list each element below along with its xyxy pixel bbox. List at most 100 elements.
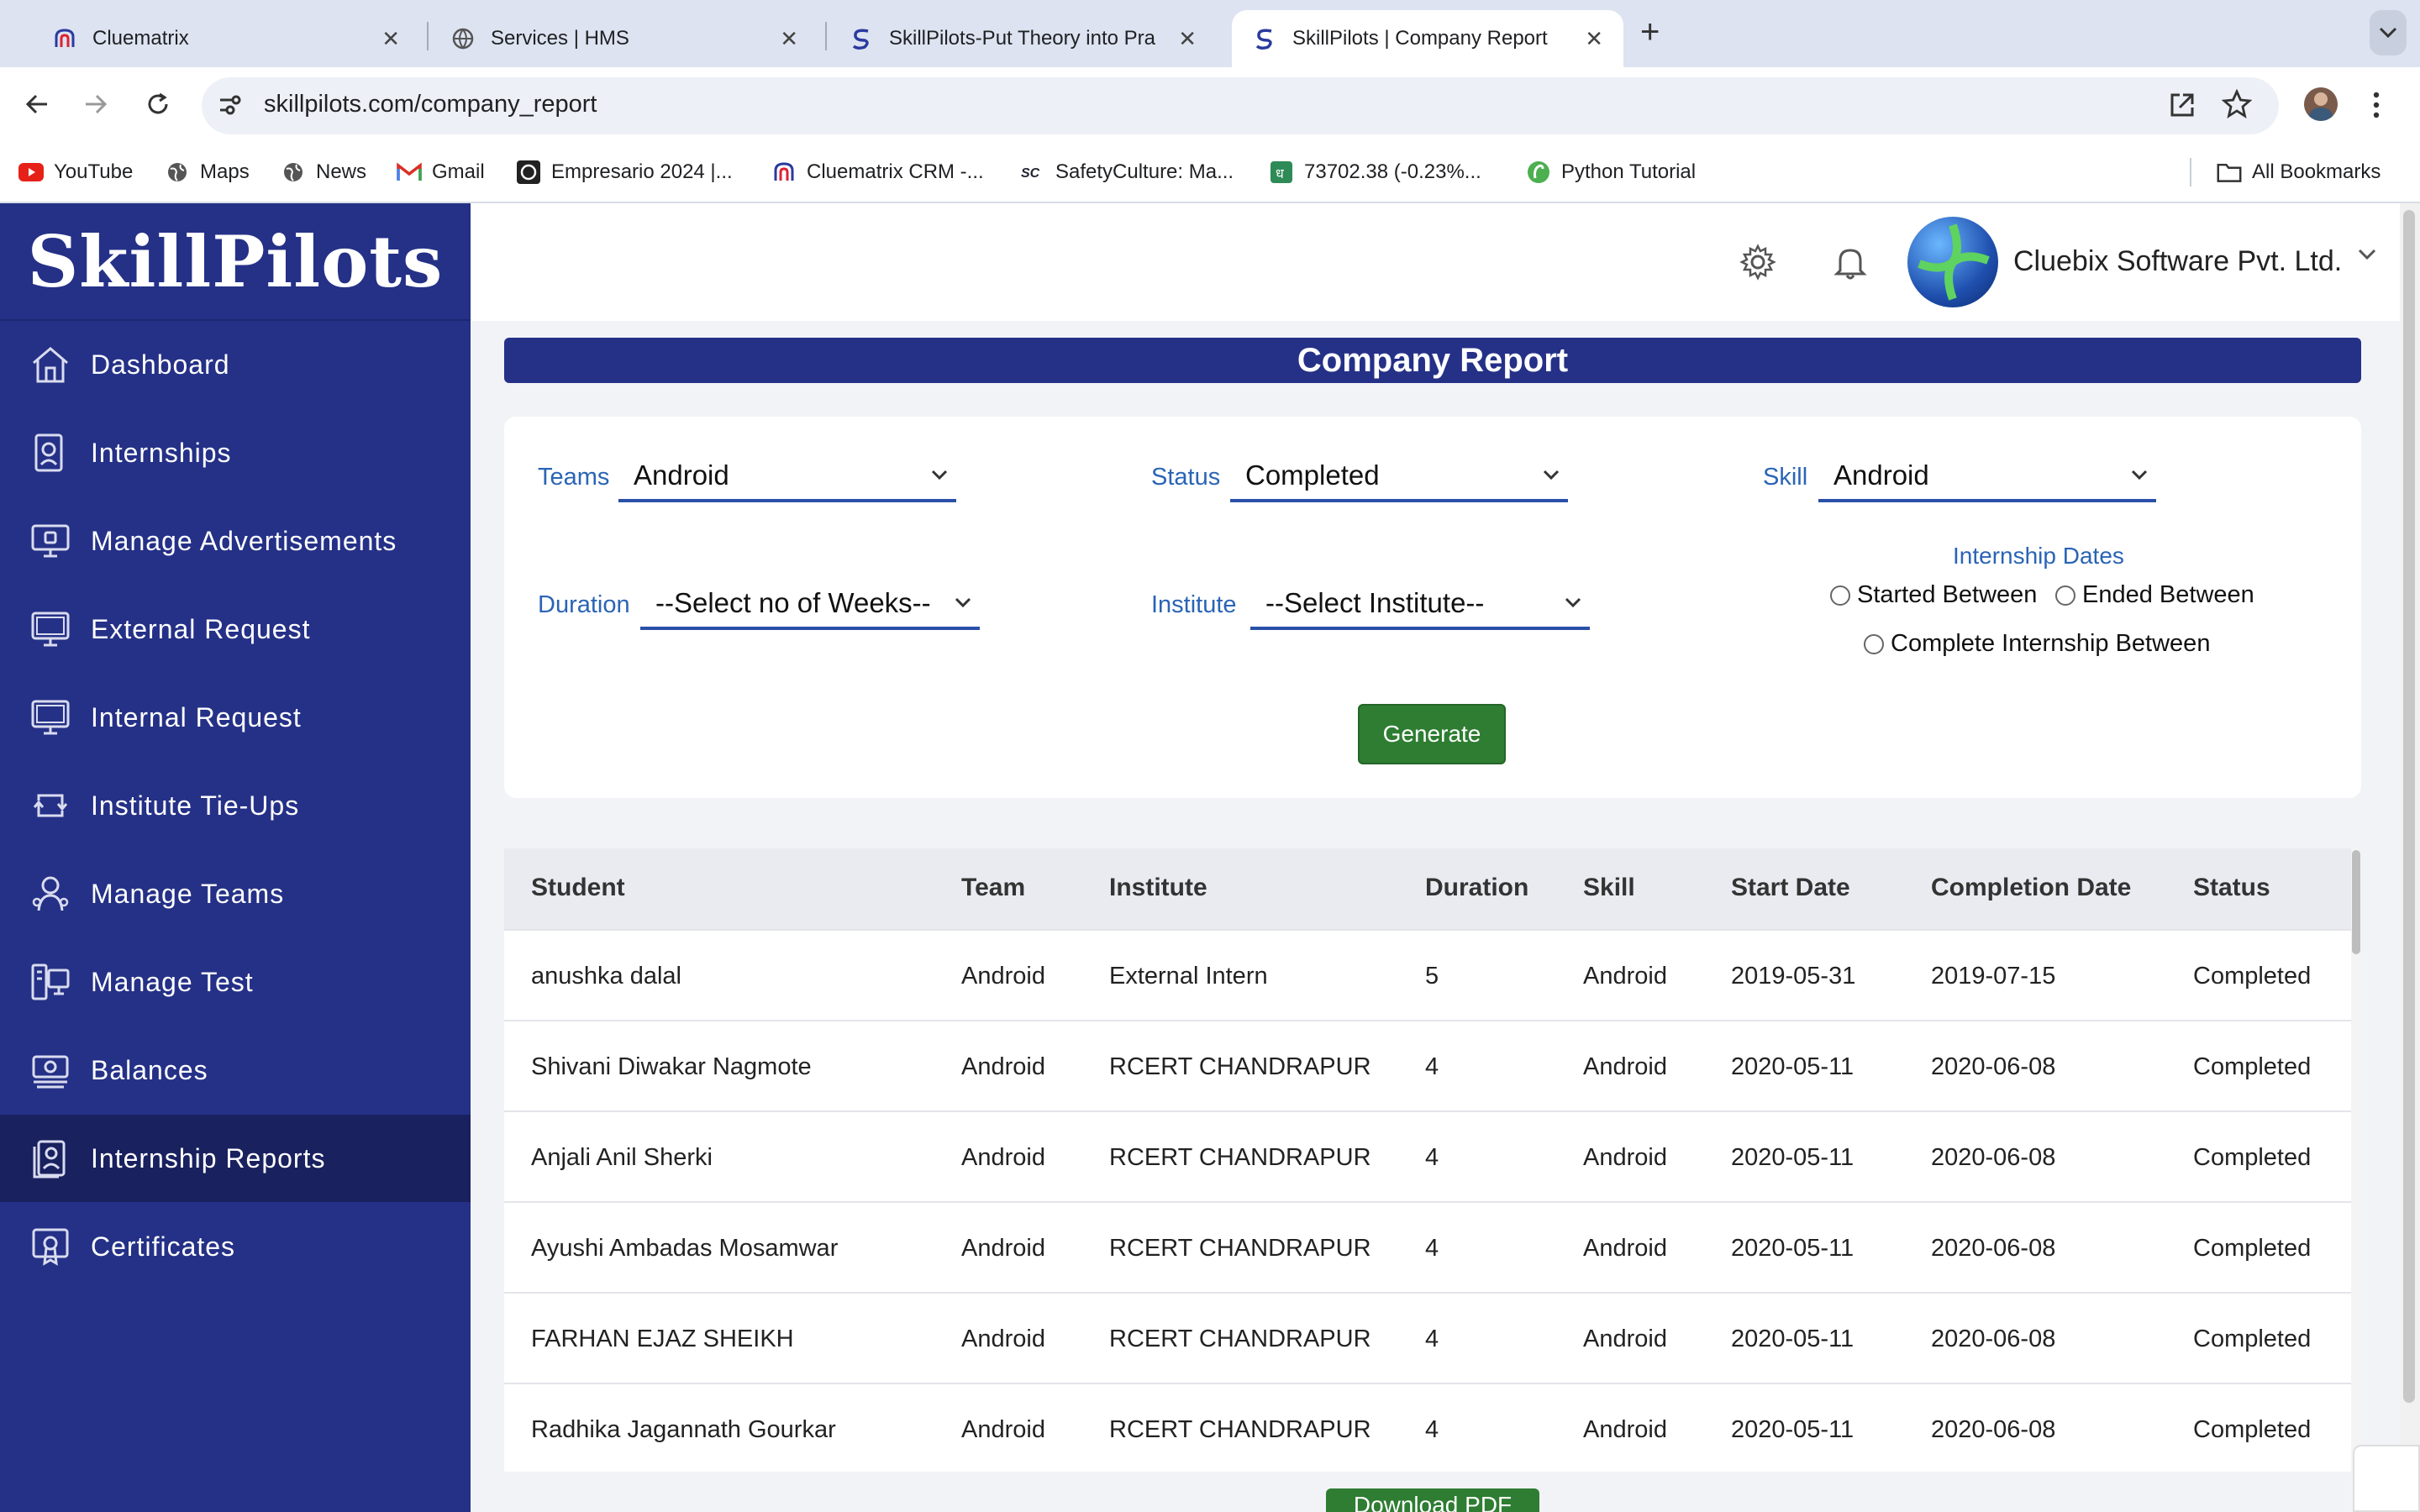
bookmark-gmail[interactable]: Gmail bbox=[397, 156, 485, 188]
page-scrollbar-thumb[interactable] bbox=[2403, 210, 2415, 1403]
sidebar-item-manage-test[interactable]: Manage Test bbox=[0, 938, 471, 1026]
sidebar-item-label: Institute Tie-Ups bbox=[91, 790, 300, 821]
bookmark-empresario[interactable]: Empresario 2024 |... bbox=[516, 156, 733, 188]
sidebar-item-internship-reports[interactable]: Internship Reports bbox=[0, 1115, 471, 1202]
tab-divider bbox=[825, 22, 827, 50]
radio-label: Ended Between bbox=[2082, 581, 2254, 608]
column-header-skill: Skill bbox=[1583, 874, 1635, 901]
kebab-menu-icon[interactable] bbox=[2371, 91, 2381, 123]
bookmark-maps[interactable]: Maps bbox=[165, 156, 250, 188]
tab-services-hms[interactable]: Services | HMS ✕ bbox=[430, 10, 818, 67]
bookmark-cluematrix-crm[interactable]: Cluematrix CRM -... bbox=[771, 156, 984, 188]
radio-started-between[interactable]: Started Between bbox=[1830, 581, 2037, 609]
svg-text:ध: ध bbox=[1276, 165, 1285, 181]
cell-team: Android bbox=[961, 1235, 1045, 1262]
radio-button[interactable] bbox=[2055, 585, 2075, 606]
site-settings-icon[interactable] bbox=[217, 92, 242, 122]
generate-button[interactable]: Generate bbox=[1358, 704, 1506, 764]
cell-skill: Android bbox=[1583, 963, 1667, 990]
tab-skillpilots[interactable]: SkillPilots-Put Theory into Pra ✕ bbox=[829, 10, 1217, 67]
page-title: Company Report bbox=[504, 338, 2361, 383]
download-pdf-button[interactable]: Download PDF bbox=[1326, 1488, 1539, 1512]
cell-team: Android bbox=[961, 1326, 1045, 1352]
sidebar-item-external-request[interactable]: External Request bbox=[0, 585, 471, 673]
status-value: Completed bbox=[1245, 459, 1380, 491]
chevron-down-icon[interactable] bbox=[2358, 249, 2376, 265]
sidebar-item-manage-advertisements[interactable]: Manage Advertisements bbox=[0, 497, 471, 585]
bookmark-stock[interactable]: ध 73702.38 (-0.23%... bbox=[1269, 156, 1481, 188]
teams-select[interactable]: Android bbox=[618, 452, 956, 502]
sidebar-item-balances[interactable]: Balances bbox=[0, 1026, 471, 1114]
safetyculture-icon: SC bbox=[1020, 160, 1045, 185]
all-bookmarks-button[interactable]: All Bookmarks bbox=[2217, 156, 2381, 188]
cell-skill: Android bbox=[1583, 1416, 1667, 1443]
sidebar-item-dashboard[interactable]: Dashboard bbox=[0, 321, 471, 408]
cell-duration: 4 bbox=[1425, 1144, 1439, 1171]
tab-company-report[interactable]: SkillPilots | Company Report ✕ bbox=[1232, 10, 1623, 67]
sidebar-item-label: Internships bbox=[91, 437, 232, 468]
open-in-app-icon[interactable] bbox=[2168, 91, 2196, 123]
bookmark-label: YouTube bbox=[54, 160, 134, 183]
tab-search-button[interactable] bbox=[2370, 10, 2407, 55]
sidebar-item-internships[interactable]: Internships bbox=[0, 409, 471, 496]
company-avatar[interactable] bbox=[1907, 217, 1998, 307]
back-button[interactable] bbox=[18, 86, 55, 123]
table-row: Shivani Diwakar Nagmote Android RCERT CH… bbox=[504, 1020, 2351, 1110]
status-select[interactable]: Completed bbox=[1230, 452, 1568, 502]
radio-button[interactable] bbox=[1864, 633, 1884, 654]
skill-select[interactable]: Android bbox=[1818, 452, 2156, 502]
cell-institute: RCERT CHANDRAPUR bbox=[1109, 1053, 1371, 1080]
sidebar-item-certificates[interactable]: Certificates bbox=[0, 1203, 471, 1290]
profile-avatar[interactable] bbox=[2304, 87, 2338, 121]
radio-complete-internship-between[interactable]: Complete Internship Between bbox=[1864, 630, 2210, 658]
bookmark-label: 73702.38 (-0.23%... bbox=[1304, 160, 1481, 183]
bell-icon[interactable] bbox=[1830, 242, 1870, 282]
reload-button[interactable] bbox=[139, 86, 176, 123]
report-table: Student Team Institute Duration Skill St… bbox=[504, 848, 2351, 1472]
sidebar-item-institute-tie-ups[interactable]: Institute Tie-Ups bbox=[0, 762, 471, 849]
url-text[interactable]: skillpilots.com/company_report bbox=[264, 91, 597, 118]
sidebar-item-manage-teams[interactable]: Manage Teams bbox=[0, 850, 471, 937]
app-logo[interactable]: SkillPilots bbox=[0, 203, 471, 321]
cell-completion-date: 2020-06-08 bbox=[1931, 1326, 2056, 1352]
sidebar-item-internal-request[interactable]: Internal Request bbox=[0, 674, 471, 761]
cell-team: Android bbox=[961, 1053, 1045, 1080]
cell-status: Completed bbox=[2193, 1144, 2312, 1171]
bookmark-safetyculture[interactable]: SC SafetyCulture: Ma... bbox=[1020, 156, 1234, 188]
table-scrollbar-thumb[interactable] bbox=[2352, 850, 2360, 954]
column-header-completion-date: Completion Date bbox=[1931, 874, 2132, 901]
duration-select[interactable]: --Select no of Weeks-- bbox=[640, 580, 980, 630]
company-name[interactable]: Cluebix Software Pvt. Ltd. bbox=[2013, 245, 2342, 278]
cluematrix-icon bbox=[771, 160, 797, 185]
forward-button[interactable] bbox=[77, 86, 114, 123]
internship-dates-title: Internship Dates bbox=[1953, 543, 2124, 569]
sidebar-item-label: Manage Teams bbox=[91, 878, 285, 909]
gmail-icon bbox=[397, 160, 422, 185]
tab-cluematrix[interactable]: Cluematrix ✕ bbox=[32, 10, 420, 67]
bookmark-news[interactable]: News bbox=[281, 156, 366, 188]
cell-team: Android bbox=[961, 963, 1045, 990]
duration-value: --Select no of Weeks-- bbox=[655, 587, 931, 618]
radio-ended-between[interactable]: Ended Between bbox=[2055, 581, 2254, 609]
table-row: Ayushi Ambadas Mosamwar Android RCERT CH… bbox=[504, 1201, 2351, 1292]
bookmark-python-tutorial[interactable]: Python Tutorial bbox=[1526, 156, 1696, 188]
report-icon bbox=[29, 1137, 72, 1180]
column-header-student: Student bbox=[531, 874, 625, 901]
close-icon[interactable]: ✕ bbox=[1178, 26, 1197, 52]
star-icon[interactable] bbox=[2221, 88, 2253, 123]
sidebar-item-label: External Request bbox=[91, 613, 311, 644]
close-icon[interactable]: ✕ bbox=[381, 26, 400, 52]
bookmark-youtube[interactable]: YouTube bbox=[18, 156, 133, 188]
cell-start-date: 2020-05-11 bbox=[1731, 1416, 1854, 1443]
column-header-status: Status bbox=[2193, 874, 2270, 901]
cell-skill: Android bbox=[1583, 1235, 1667, 1262]
sidebar-item-label: Internship Reports bbox=[91, 1142, 326, 1173]
cell-start-date: 2020-05-11 bbox=[1731, 1053, 1854, 1080]
close-icon[interactable]: ✕ bbox=[780, 26, 798, 52]
gear-icon[interactable] bbox=[1738, 242, 1778, 282]
close-icon[interactable]: ✕ bbox=[1585, 26, 1603, 52]
institute-select[interactable]: --Select Institute-- bbox=[1250, 580, 1590, 630]
new-tab-button[interactable]: + bbox=[1640, 15, 1660, 49]
radio-button[interactable] bbox=[1830, 585, 1850, 606]
teams-icon bbox=[29, 872, 72, 916]
